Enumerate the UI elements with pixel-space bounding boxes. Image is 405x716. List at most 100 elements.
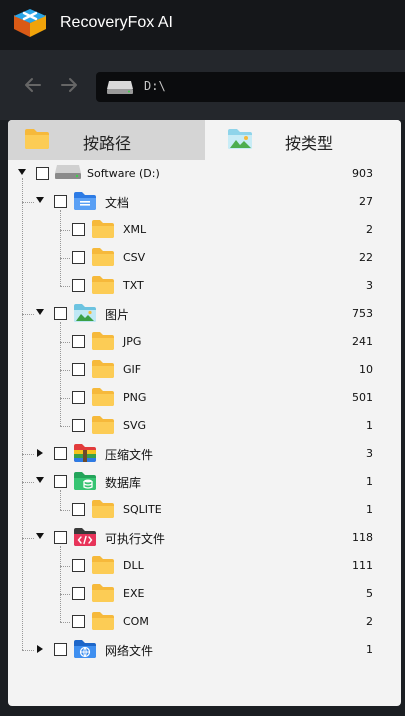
checkbox[interactable]	[54, 531, 67, 544]
checkbox[interactable]	[54, 307, 67, 320]
title-bar: RecoveryFox AI	[0, 0, 405, 50]
expand-toggle[interactable]	[36, 477, 44, 483]
file-type-label: DLL	[123, 559, 144, 572]
checkbox[interactable]	[54, 475, 67, 488]
tree-row-category[interactable]: 数据库 1	[8, 468, 401, 496]
category-label: 压缩文件	[105, 448, 154, 462]
expand-toggle[interactable]	[37, 645, 43, 653]
category-count: 1	[366, 643, 373, 656]
tree-connector	[60, 370, 70, 371]
tree-connector	[60, 426, 70, 427]
category-count: 3	[366, 447, 373, 460]
file-type-label: PNG	[123, 391, 147, 404]
folder-icon	[92, 360, 114, 378]
tree-row-file-type[interactable]: CSV 22	[8, 244, 401, 272]
file-type-count: 10	[359, 363, 373, 376]
checkbox[interactable]	[72, 391, 85, 404]
folder-icon	[92, 220, 114, 238]
tree-connector	[22, 650, 34, 651]
hard-drive-icon	[107, 81, 133, 94]
file-type-label: JPG	[123, 335, 142, 348]
checkbox[interactable]	[54, 447, 67, 460]
database-folder-icon	[74, 472, 96, 490]
folder-icon	[92, 388, 114, 406]
tab-by-path[interactable]: 按路径	[8, 120, 205, 160]
folder-icon	[92, 332, 114, 350]
file-type-count: 3	[366, 279, 373, 292]
tree-row-category[interactable]: 压缩文件 3	[8, 440, 401, 468]
folder-icon	[92, 612, 114, 630]
checkbox[interactable]	[72, 363, 85, 376]
tree-row-category[interactable]: 可执行文件 118	[8, 524, 401, 552]
expand-toggle[interactable]	[37, 449, 43, 457]
expand-toggle[interactable]	[36, 309, 44, 315]
tree-row-file-type[interactable]: PNG 501	[8, 384, 401, 412]
archive-folder-icon	[74, 444, 96, 462]
folder-icon	[92, 248, 114, 266]
checkbox[interactable]	[36, 167, 49, 180]
hard-drive-icon	[55, 165, 81, 179]
tree-connector	[60, 398, 70, 399]
category-count: 1	[366, 475, 373, 488]
file-type-label: CSV	[123, 251, 146, 264]
tree-connector	[22, 454, 34, 455]
checkbox[interactable]	[72, 279, 85, 292]
expand-toggle[interactable]	[18, 169, 26, 175]
expand-toggle[interactable]	[36, 533, 44, 539]
tree-row-file-type[interactable]: SQLITE 1	[8, 496, 401, 524]
file-type-label: SQLITE	[123, 503, 162, 516]
checkbox[interactable]	[72, 223, 85, 236]
tree-connector	[60, 546, 61, 622]
tree-connector	[60, 342, 70, 343]
file-type-label: GIF	[123, 363, 142, 376]
tree-row-file-type[interactable]: COM 2	[8, 608, 401, 636]
tree-connector	[60, 210, 61, 286]
checkbox[interactable]	[54, 643, 67, 656]
back-arrow-icon[interactable]	[22, 74, 44, 96]
tree-row-file-type[interactable]: DLL 111	[8, 552, 401, 580]
tree-row-root[interactable]: Software (D:) 903	[8, 160, 401, 188]
checkbox[interactable]	[72, 335, 85, 348]
tree-connector	[22, 538, 34, 539]
image-folder-icon	[74, 304, 96, 322]
category-count: 27	[359, 195, 373, 208]
checkbox[interactable]	[72, 559, 85, 572]
category-label: 网络文件	[105, 644, 154, 658]
tree-row-file-type[interactable]: XML 2	[8, 216, 401, 244]
tree-row-category[interactable]: 图片 753	[8, 300, 401, 328]
checkbox[interactable]	[72, 251, 85, 264]
app-logo-icon	[14, 9, 46, 37]
tree-connector	[60, 594, 70, 595]
address-bar[interactable]: D:\	[96, 72, 405, 102]
category-count: 118	[352, 531, 373, 544]
expand-toggle[interactable]	[36, 197, 44, 203]
tree-row-file-type[interactable]: EXE 5	[8, 580, 401, 608]
tree-row-file-type[interactable]: GIF 10	[8, 356, 401, 384]
folder-icon	[92, 556, 114, 574]
network-folder-icon	[74, 640, 96, 658]
checkbox[interactable]	[54, 195, 67, 208]
app-title: RecoveryFox AI	[60, 14, 173, 31]
tree-connector	[22, 202, 34, 203]
tree-row-file-type[interactable]: TXT 3	[8, 272, 401, 300]
tree-row-category[interactable]: 网络文件 1	[8, 636, 401, 664]
file-type-label: TXT	[123, 279, 144, 292]
tab-by-type[interactable]: 按类型	[205, 120, 401, 160]
tree-row-category[interactable]: 文档 27	[8, 188, 401, 216]
checkbox[interactable]	[72, 503, 85, 516]
file-type-count: 111	[352, 559, 373, 572]
file-tree-panel: 按路径 按类型 Software (D:) 903 文档 27 XML 2 CSV 22 TXT…	[8, 120, 401, 706]
tree-connector	[60, 286, 70, 287]
forward-arrow-icon[interactable]	[58, 74, 80, 96]
checkbox[interactable]	[72, 615, 85, 628]
checkbox[interactable]	[72, 419, 85, 432]
category-label: 文档	[105, 196, 130, 210]
checkbox[interactable]	[72, 587, 85, 600]
tree-row-file-type[interactable]: JPG 241	[8, 328, 401, 356]
tree-row-file-type[interactable]: SVG 1	[8, 412, 401, 440]
folder-icon	[92, 276, 114, 294]
tree-connector	[60, 622, 70, 623]
tree-root-count: 903	[352, 167, 373, 180]
tree-connector	[60, 566, 70, 567]
category-label: 可执行文件	[105, 532, 166, 546]
